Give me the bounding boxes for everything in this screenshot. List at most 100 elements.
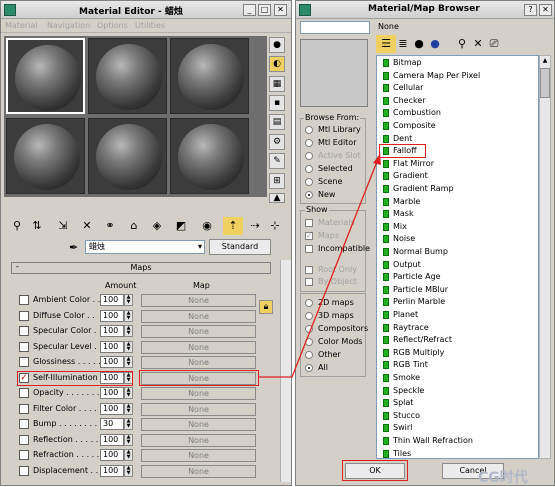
spinner-arrows-icon[interactable]: ▲ ▼ bbox=[124, 340, 133, 353]
spinner-arrows-icon[interactable]: ▲ ▼ bbox=[124, 294, 133, 306]
browse-from-radio[interactable] bbox=[305, 178, 313, 186]
amount-spinner[interactable]: 100 bbox=[100, 402, 124, 415]
view-large-icons-icon[interactable]: ● bbox=[425, 35, 445, 53]
map-list-item[interactable]: Noise bbox=[382, 233, 542, 246]
browse-from-radio[interactable] bbox=[305, 191, 313, 199]
map-slot-button[interactable]: None bbox=[141, 356, 256, 369]
map-list-item[interactable]: Mask bbox=[382, 208, 542, 221]
map-slot-button[interactable]: None bbox=[141, 340, 256, 354]
select-by-material-icon[interactable]: ⊞ bbox=[269, 173, 285, 189]
scroll-up-icon[interactable]: ▲ bbox=[269, 193, 285, 203]
map-list-item[interactable]: Smoke bbox=[382, 372, 542, 385]
filter-checkbox[interactable] bbox=[305, 278, 313, 286]
sample-slot[interactable] bbox=[6, 118, 85, 194]
get-material-icon[interactable]: ⚲ bbox=[7, 217, 27, 235]
scroll-up-icon[interactable]: ▲ bbox=[540, 56, 550, 66]
map-list-item[interactable]: Reflect/Refract bbox=[382, 334, 542, 347]
go-forward-sibling-icon[interactable]: ⇢ bbox=[245, 217, 265, 235]
category-radio[interactable] bbox=[305, 299, 313, 307]
material-name-field[interactable]: 蜡烛 ▾ bbox=[85, 240, 205, 254]
clear-library-icon[interactable]: ⎚ bbox=[484, 35, 504, 53]
map-list-item[interactable]: Normal Bump bbox=[382, 246, 542, 259]
map-list-item[interactable]: RGB Tint bbox=[382, 359, 542, 372]
map-slot-button[interactable]: None bbox=[141, 418, 256, 431]
spinner-arrows-icon[interactable]: ▲ ▼ bbox=[124, 309, 133, 322]
browse-from-radio[interactable] bbox=[305, 126, 313, 134]
spinner-arrows-icon[interactable]: ▲ ▼ bbox=[124, 387, 133, 399]
map-enable-checkbox[interactable] bbox=[19, 326, 29, 336]
amount-spinner[interactable]: 100 bbox=[100, 340, 124, 353]
map-list-item[interactable]: Output bbox=[382, 259, 542, 272]
backlight-icon[interactable]: ◐ bbox=[269, 56, 285, 72]
map-list-item[interactable]: Bitmap bbox=[382, 57, 542, 70]
category-radio[interactable] bbox=[305, 312, 313, 320]
map-list-item[interactable]: Cellular bbox=[382, 82, 542, 95]
eyedropper-icon[interactable]: ✒ bbox=[69, 241, 78, 254]
sample-slot[interactable] bbox=[170, 118, 249, 194]
map-slot-button[interactable]: None bbox=[141, 449, 256, 462]
browse-from-radio[interactable] bbox=[305, 139, 313, 147]
sample-slot[interactable] bbox=[170, 38, 249, 114]
spinner-arrows-icon[interactable]: ▲ ▼ bbox=[124, 418, 133, 430]
map-enable-checkbox[interactable] bbox=[19, 357, 29, 367]
map-enable-checkbox[interactable] bbox=[19, 450, 29, 460]
help-icon[interactable]: ? bbox=[524, 4, 537, 16]
spinner-arrows-icon[interactable]: ▲ ▼ bbox=[124, 356, 133, 368]
filter-checkbox[interactable] bbox=[305, 266, 313, 274]
map-slot-button[interactable]: None bbox=[141, 294, 256, 307]
close-icon[interactable]: ✕ bbox=[539, 4, 552, 16]
background-checker-icon[interactable]: ▦ bbox=[269, 76, 285, 92]
map-list-item[interactable]: Splat bbox=[382, 397, 542, 410]
spinner-arrows-icon[interactable]: ▲ ▼ bbox=[124, 433, 133, 446]
reset-map-icon[interactable]: ✕ bbox=[77, 217, 97, 235]
map-enable-checkbox[interactable] bbox=[19, 403, 29, 414]
make-preview-icon[interactable]: ⚙ bbox=[269, 134, 285, 150]
map-list-item[interactable]: RGB Multiply bbox=[382, 347, 542, 360]
amount-spinner[interactable]: 100 bbox=[100, 309, 124, 322]
map-list-item[interactable]: Tiles bbox=[382, 448, 542, 461]
go-to-parent-icon[interactable]: ⇡ bbox=[223, 217, 243, 235]
menu-material[interactable]: Material bbox=[5, 21, 38, 30]
map-list-item[interactable]: Stucco bbox=[382, 410, 542, 423]
show-checkbox[interactable]: ✓ bbox=[305, 232, 313, 240]
map-slot-button[interactable]: None bbox=[141, 325, 256, 338]
map-slot-button[interactable]: None bbox=[141, 433, 256, 447]
amount-spinner[interactable]: 100 bbox=[100, 294, 124, 306]
menu-options[interactable]: Options bbox=[97, 21, 128, 30]
menu-utilities[interactable]: Utilities bbox=[135, 21, 165, 30]
map-list-item[interactable]: Flat Mirror bbox=[382, 158, 542, 171]
amount-spinner[interactable]: 100 bbox=[100, 387, 124, 399]
scroll-thumb[interactable] bbox=[540, 68, 550, 98]
map-enable-checkbox[interactable] bbox=[19, 310, 29, 321]
map-enable-checkbox[interactable] bbox=[19, 465, 29, 476]
spinner-arrows-icon[interactable]: ▲ ▼ bbox=[124, 464, 133, 477]
options-icon[interactable]: ✎ bbox=[269, 153, 285, 169]
map-list-item[interactable]: Particle MBlur bbox=[382, 284, 542, 297]
map-enable-checkbox[interactable] bbox=[19, 388, 29, 398]
spinner-arrows-icon[interactable]: ▲ ▼ bbox=[124, 449, 133, 461]
show-checkbox[interactable] bbox=[305, 219, 313, 227]
map-list-item[interactable]: Thin Wall Refraction bbox=[382, 435, 542, 448]
put-to-library-icon[interactable]: ⌂ bbox=[124, 217, 144, 235]
show-checkbox[interactable] bbox=[305, 245, 313, 253]
show-map-icon[interactable]: ◩ bbox=[171, 217, 191, 235]
map-slot-button[interactable]: None bbox=[141, 309, 256, 323]
amount-spinner[interactable]: 100 bbox=[100, 449, 124, 461]
menu-navigation[interactable]: Navigation bbox=[47, 21, 90, 30]
amount-spinner[interactable]: 100 bbox=[100, 356, 124, 368]
maximize-icon[interactable]: □ bbox=[258, 4, 271, 16]
map-list-item[interactable]: Composite bbox=[382, 120, 542, 133]
browse-from-radio[interactable] bbox=[305, 165, 313, 173]
map-slot-button[interactable]: None bbox=[141, 387, 256, 400]
map-enable-checkbox[interactable] bbox=[19, 419, 29, 429]
category-radio[interactable] bbox=[305, 338, 313, 346]
map-list-item[interactable]: Checker bbox=[382, 95, 542, 108]
spinner-arrows-icon[interactable]: ▲ ▼ bbox=[124, 402, 133, 415]
minimize-icon[interactable]: _ bbox=[243, 4, 256, 16]
map-list-item[interactable]: Combustion bbox=[382, 107, 542, 120]
video-color-check-icon[interactable]: ▤ bbox=[269, 114, 285, 130]
sample-slot[interactable] bbox=[88, 38, 167, 114]
sample-type-icon[interactable]: ● bbox=[269, 37, 285, 53]
amount-spinner[interactable]: 100 bbox=[100, 325, 124, 337]
sample-slot[interactable] bbox=[6, 38, 85, 114]
